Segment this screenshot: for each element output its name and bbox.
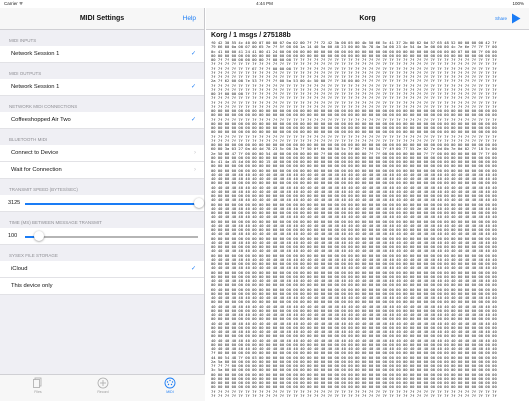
section-header-storage: SYSEX FILE STORAGE xyxy=(9,253,58,258)
help-button[interactable]: Help xyxy=(183,15,196,22)
hex-dump: f0 42 30 55 4c 40 00 07 00 00 07 0a 02 0… xyxy=(206,41,529,398)
icloud-storage-row[interactable]: iCloud ✓ xyxy=(0,261,204,278)
section-header-inputs: MIDI INPUTS xyxy=(9,38,37,43)
row-label: Network Session 1 xyxy=(11,84,60,90)
checkmark-icon: ✓ xyxy=(190,84,196,90)
tab-midi[interactable]: MIDI xyxy=(155,377,185,394)
midi-connector-icon xyxy=(164,377,176,389)
share-button[interactable]: Share xyxy=(495,16,507,21)
chevron-right-icon: › xyxy=(194,167,196,173)
tab-label: Files xyxy=(34,390,42,394)
row-label: Wait for Connection xyxy=(11,167,62,173)
speed-slider-fill xyxy=(25,203,199,205)
row-label: Network Session 1 xyxy=(11,51,60,57)
checkmark-icon: ✓ xyxy=(190,117,196,123)
play-icon[interactable] xyxy=(511,13,521,24)
settings-navbar: MIDI Settings Help xyxy=(0,8,204,30)
speed-slider-knob[interactable] xyxy=(194,198,204,208)
detail-navbar: Korg Share xyxy=(206,8,529,30)
settings-panel: MIDI Settings Help MIDI INPUTS Network S… xyxy=(0,8,205,401)
section-header-network: NETWORK MIDI CONNECTIONS xyxy=(9,104,78,109)
wait-for-connection-row[interactable]: Wait for Connection › xyxy=(0,162,204,179)
files-icon xyxy=(33,377,42,388)
transmit-speed-slider-row: 3125 xyxy=(0,195,204,212)
message-summary: Korg / 1 msgs / 275188b xyxy=(211,32,291,39)
tab-label: Record xyxy=(97,390,109,394)
output-row-network-session[interactable]: Network Session 1 ✓ xyxy=(0,79,204,96)
tab-bar: Files Record MIDI xyxy=(0,374,205,401)
network-connection-row[interactable]: Coffeeshopped Air Two ✓ xyxy=(0,112,204,129)
sysex-detail-panel: Korg Share Korg / 1 msgs / 275188b f0 42… xyxy=(206,8,529,401)
clock-label: 4:44 PM xyxy=(256,1,273,6)
record-add-icon xyxy=(97,377,109,389)
row-label: iCloud xyxy=(11,266,28,272)
section-header-outputs: MIDI OUTPUTS xyxy=(9,71,42,76)
row-label: This device only xyxy=(11,283,53,289)
checkmark-icon: ✓ xyxy=(190,266,196,272)
detail-title: Korg xyxy=(359,15,376,22)
checkmark-icon: ✓ xyxy=(190,51,196,57)
delay-slider-track[interactable] xyxy=(25,236,198,238)
row-label: Coffeeshopped Air Two xyxy=(11,117,71,123)
device-storage-row[interactable]: This device only xyxy=(0,278,204,295)
delay-slider-knob[interactable] xyxy=(33,231,44,241)
tab-label: MIDI xyxy=(166,390,174,394)
section-header-delay: TIME (MS) BETWEEN MESSAGE TRANSMIT xyxy=(9,220,102,225)
message-delay-slider-row: 100 xyxy=(0,228,204,245)
chevron-right-icon: › xyxy=(194,150,196,156)
delay-value: 100 xyxy=(8,233,18,239)
section-header-speed: TRANSMIT SPEED (BYTES/SEC) xyxy=(9,187,78,192)
battery-label: 100% xyxy=(512,1,524,6)
row-label: Connect to Device xyxy=(11,150,59,156)
input-row-network-session[interactable]: Network Session 1 ✓ xyxy=(0,46,204,63)
tab-record[interactable]: Record xyxy=(88,377,118,394)
connect-to-device-row[interactable]: Connect to Device › xyxy=(0,145,204,162)
tab-files[interactable]: Files xyxy=(23,377,53,394)
status-bar: Carrier ᯤ 4:44 PM 100% xyxy=(0,0,529,8)
page-title: MIDI Settings xyxy=(79,15,125,22)
speed-value: 3125 xyxy=(8,200,21,206)
section-header-bluetooth: BLUETOOTH MIDI xyxy=(9,137,48,142)
